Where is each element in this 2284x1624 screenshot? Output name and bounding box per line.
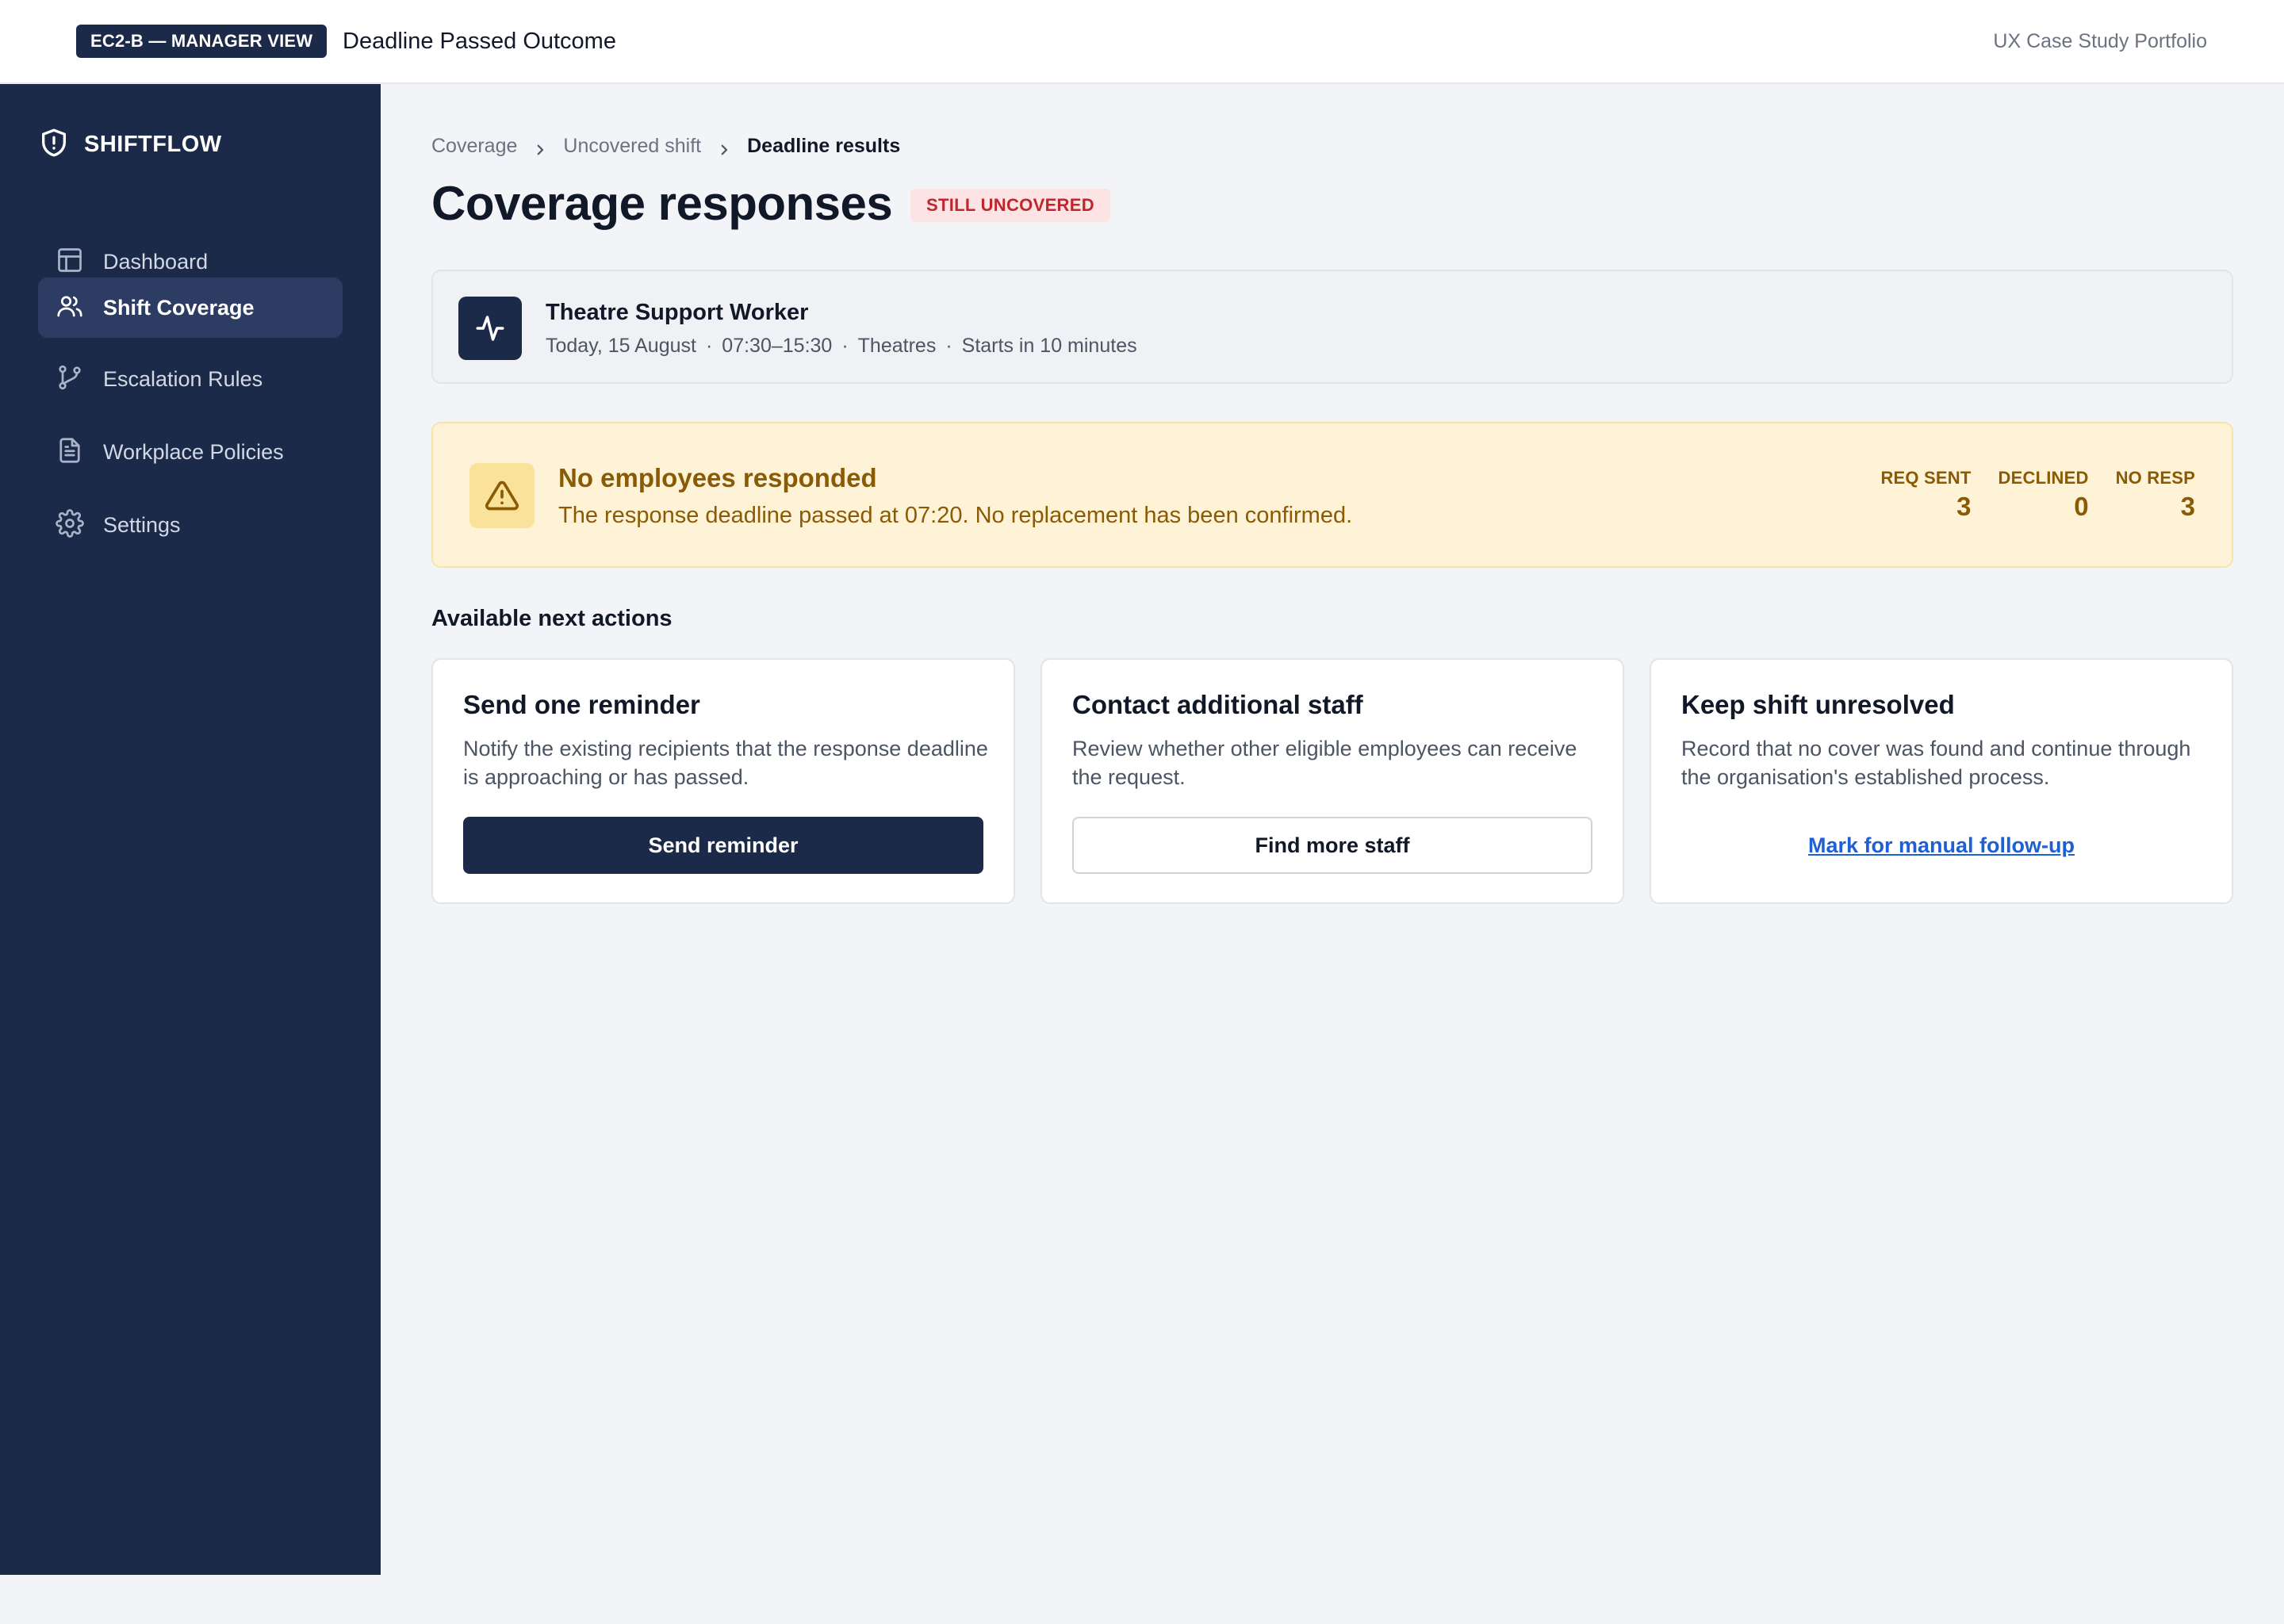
breadcrumb-coverage[interactable]: Coverage: [431, 135, 517, 158]
stat-label: REQ SENT: [1880, 468, 1972, 488]
shift-time: 07:30–15:30: [722, 335, 833, 357]
sidebar-item-shift-coverage[interactable]: Shift Coverage: [38, 278, 343, 338]
shift-date: Today, 15 August: [546, 335, 696, 357]
portfolio-label: UX Case Study Portfolio: [1993, 30, 2207, 52]
gear-icon: [56, 508, 84, 542]
shift-start-countdown: Starts in 10 minutes: [961, 335, 1137, 357]
activity-icon: [458, 297, 522, 360]
sidebar-item-label: Dashboard: [103, 249, 209, 274]
deadline-alert: No employees responded The response dead…: [431, 422, 2233, 568]
stat-no-response: NO RESP 3: [2116, 468, 2195, 522]
stat-value: 3: [1956, 492, 1972, 521]
alert-message: The response deadline passed at 07:20. N…: [558, 503, 1353, 528]
chevron-right-icon: [717, 140, 731, 155]
top-bar-title: Deadline Passed Outcome: [343, 29, 616, 54]
shift-summary-card: Theatre Support Worker Today, 15 August ·…: [431, 270, 2233, 384]
document-icon: [56, 436, 84, 469]
stat-requests-sent: REQ SENT 3: [1880, 468, 1971, 522]
sidebar: SHIFTFLOW Dashboard Shift Coverage Escal…: [0, 84, 381, 1575]
git-branch-icon: [56, 363, 84, 396]
action-card-reminder: Send one reminder Notify the existing re…: [431, 658, 1015, 904]
page-title: Coverage responses: [431, 177, 893, 230]
action-card-description: Review whether other eligible employees …: [1072, 737, 1577, 789]
section-title: Available next actions: [431, 606, 673, 631]
stat-declined: DECLINED 0: [1998, 468, 2089, 522]
action-card-description: Notify the existing recipients that the …: [463, 737, 988, 789]
sidebar-item-label: Escalation Rules: [103, 366, 263, 391]
stat-label: DECLINED: [1998, 468, 2089, 488]
shift-location: Theatres: [857, 335, 937, 357]
users-icon: [56, 292, 84, 324]
brand[interactable]: SHIFTFLOW: [38, 125, 222, 163]
send-reminder-button[interactable]: Send reminder: [463, 817, 983, 874]
sidebar-item-label: Settings: [103, 512, 181, 537]
stat-value: 3: [2180, 492, 2195, 521]
sidebar-item-label: Shift Coverage: [103, 295, 255, 320]
layout-icon: [56, 246, 84, 278]
top-bar: EC2-B — MANAGER VIEW Deadline Passed Out…: [0, 0, 2284, 84]
meta-separator: ·: [945, 335, 952, 357]
sidebar-item-label: Workplace Policies: [103, 439, 284, 464]
action-card-title: Keep shift unresolved: [1681, 690, 1955, 719]
chevron-right-icon: [533, 140, 547, 155]
action-card-title: Contact additional staff: [1072, 690, 1363, 719]
manual-follow-up-link[interactable]: Mark for manual follow-up: [1681, 817, 2202, 874]
meta-separator: ·: [705, 335, 713, 357]
sidebar-item-workplace-policies[interactable]: Workplace Policies: [38, 422, 343, 482]
stat-value: 0: [2074, 492, 2089, 521]
find-more-staff-button[interactable]: Find more staff: [1072, 817, 1592, 874]
sidebar-item-settings[interactable]: Settings: [38, 495, 343, 555]
status-badge: STILL UNCOVERED: [910, 189, 1110, 222]
alert-title: No employees responded: [558, 463, 877, 492]
breadcrumb: Coverage Uncovered shift Deadline result…: [431, 135, 900, 158]
action-card-additional-staff: Contact additional staff Review whether …: [1040, 658, 1624, 904]
meta-separator: ·: [841, 335, 849, 357]
action-card-unresolved: Keep shift unresolved Record that no cov…: [1650, 658, 2233, 904]
warning-icon: [469, 463, 535, 528]
view-tag: EC2-B — MANAGER VIEW: [76, 25, 328, 58]
stat-label: NO RESP: [2115, 468, 2195, 488]
breadcrumb-uncovered-shift[interactable]: Uncovered shift: [563, 135, 701, 158]
breadcrumb-current: Deadline results: [747, 135, 901, 157]
action-card-description: Record that no cover was found and conti…: [1681, 737, 2191, 789]
shift-role: Theatre Support Worker: [546, 300, 809, 325]
shield-icon: [38, 127, 70, 163]
response-stats: REQ SENT 3 DECLINED 0 NO RESP 3: [1853, 468, 2195, 522]
shift-meta: Today, 15 August · 07:30–15:30 · Theatres · St…: [546, 335, 1137, 358]
brand-name: SHIFTFLOW: [84, 131, 222, 157]
sidebar-item-escalation-rules[interactable]: Escalation Rules: [38, 349, 343, 409]
action-card-title: Send one reminder: [463, 690, 700, 719]
